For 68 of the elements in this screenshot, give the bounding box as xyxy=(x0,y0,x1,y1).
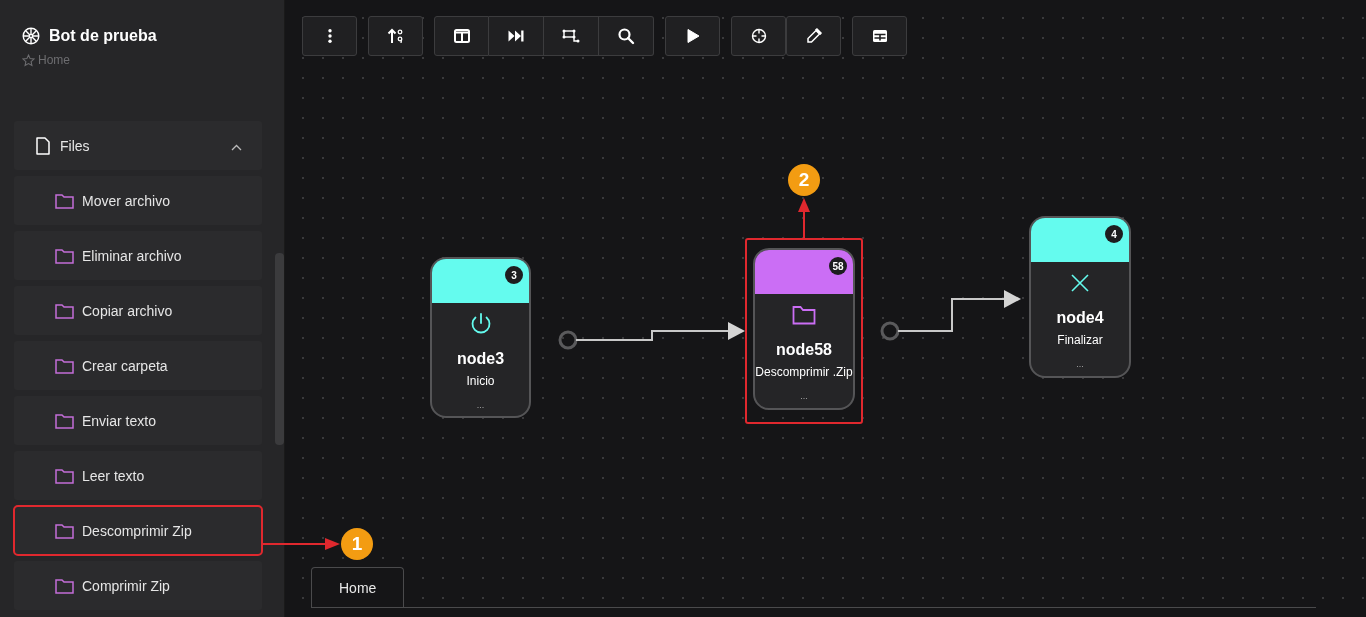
node-badge: 3 xyxy=(505,266,523,284)
columns-button[interactable] xyxy=(434,16,489,56)
node-name: node4 xyxy=(1056,309,1104,327)
item-label: Crear carpeta xyxy=(82,357,168,374)
folder-icon xyxy=(55,522,74,539)
flow-node[interactable]: 58 node58 Descomprimir .Zip ... xyxy=(753,248,855,410)
canvas-tab[interactable]: Home xyxy=(311,567,405,607)
eyedropper-icon xyxy=(804,27,823,45)
item-label: Copiar archivo xyxy=(82,302,173,319)
close-icon xyxy=(1071,274,1089,292)
item-label: Eliminar archivo xyxy=(82,247,182,264)
chevron-up-icon[interactable] xyxy=(231,143,242,151)
item-label: Enviar texto xyxy=(82,412,156,429)
item-label: Mover archivo xyxy=(82,192,170,209)
flow-node[interactable]: 3 node3 Inicio ... xyxy=(430,257,531,418)
folder-icon xyxy=(55,247,74,264)
star-icon xyxy=(22,53,35,67)
folder-icon xyxy=(55,577,74,594)
sort-icon xyxy=(386,27,405,45)
folder-icon xyxy=(55,302,74,319)
crosshair-button[interactable] xyxy=(731,16,786,56)
sidebar-item[interactable]: Enviar texto xyxy=(14,396,262,445)
node-badge: 4 xyxy=(1105,225,1123,243)
item-label: Leer texto xyxy=(82,467,145,484)
eyedropper-button[interactable] xyxy=(786,16,841,56)
sort-button[interactable] xyxy=(368,16,423,56)
folder-icon xyxy=(55,412,74,429)
node-subtitle: Finalizar xyxy=(1057,333,1103,347)
more-indicator[interactable]: ... xyxy=(476,400,485,410)
wheel-icon xyxy=(22,27,40,45)
play-button[interactable] xyxy=(665,16,720,56)
sidebar-item[interactable]: Comprimir Zip xyxy=(14,561,262,610)
nodes-icon xyxy=(562,27,580,45)
columns-icon xyxy=(452,27,471,45)
more-indicator[interactable]: ... xyxy=(1076,359,1084,369)
table-icon xyxy=(870,27,889,45)
group-label: Files xyxy=(60,137,91,154)
folder-icon xyxy=(55,467,74,484)
search-button[interactable] xyxy=(599,16,654,56)
scrollbar-thumb[interactable] xyxy=(275,253,284,445)
folder-icon xyxy=(792,305,816,325)
node-name: node58 xyxy=(776,341,832,359)
flow-node[interactable]: 4 node4 Finalizar ... xyxy=(1029,216,1131,378)
folder-icon xyxy=(55,357,74,374)
sidebar-item[interactable]: Leer texto xyxy=(14,451,262,500)
sidebar-item[interactable]: Eliminar archivo xyxy=(14,231,262,280)
more-indicator[interactable]: ... xyxy=(800,391,808,401)
node-name: node3 xyxy=(456,350,505,368)
nodes-button[interactable] xyxy=(544,16,599,56)
file-icon xyxy=(36,136,50,155)
node-badge: 58 xyxy=(829,257,847,275)
sidebar-item[interactable]: Crear carpeta xyxy=(14,341,262,390)
item-label: Descomprimir Zip xyxy=(82,522,192,539)
table-button[interactable] xyxy=(852,16,907,56)
more-vertical-icon xyxy=(327,29,332,43)
sidebar-item[interactable]: Mover archivo xyxy=(14,176,262,225)
node-subtitle: Descomprimir .Zip xyxy=(755,365,853,379)
node-subtitle: Inicio xyxy=(466,374,495,388)
callout-arrow xyxy=(798,198,810,239)
crosshair-icon xyxy=(749,27,768,45)
item-label: Comprimir Zip xyxy=(82,577,170,594)
app-title: Bot de prueba xyxy=(49,27,157,45)
fast-forward-button[interactable] xyxy=(489,16,544,56)
files-group-header[interactable]: Files xyxy=(14,121,262,170)
sidebar-item[interactable]: Copiar archivo xyxy=(14,286,262,335)
search-icon xyxy=(617,27,635,45)
sidebar-item[interactable]: Descomprimir Zip xyxy=(14,506,262,555)
folder-icon xyxy=(55,192,74,209)
